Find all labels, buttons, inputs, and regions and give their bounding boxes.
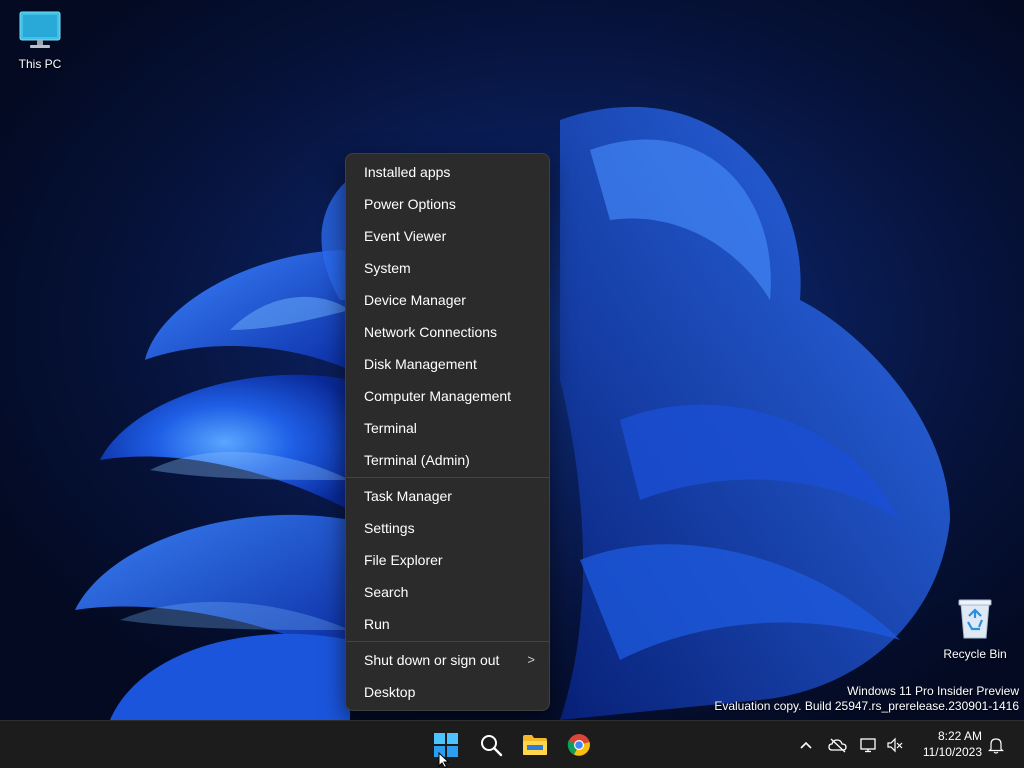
watermark-line-1: Windows 11 Pro Insider Preview [847,684,1019,698]
desktop-icon-label: This PC [18,57,62,71]
menu-item-system[interactable]: System [350,252,545,284]
monitor-icon [0,10,80,53]
taskbar: 8:22 AM 11/10/2023 [0,720,1024,768]
network-icon [860,738,876,753]
menu-item-run[interactable]: Run [350,608,545,640]
menu-item-search[interactable]: Search [350,576,545,608]
chevron-right-icon: > [527,652,535,667]
mouse-cursor-icon [438,752,450,768]
menu-item-network-connections[interactable]: Network Connections [350,316,545,348]
tray-network-button[interactable] [859,735,879,755]
menu-item-installed-apps[interactable]: Installed apps [350,156,545,188]
build-watermark: Windows 11 Pro Insider Preview Evaluatio… [714,684,1019,714]
recycle-bin-icon [935,596,1015,643]
menu-separator [346,477,549,478]
menu-item-task-manager[interactable]: Task Manager [350,480,545,512]
menu-item-power-options[interactable]: Power Options [350,188,545,220]
desktop-icon-this-pc[interactable]: This PC [0,10,80,71]
menu-item-label: Shut down or sign out [364,652,500,668]
watermark-line-2: Evaluation copy. Build 25947.rs_prerelea… [714,699,1019,713]
tray-onedrive-button[interactable] [828,735,848,755]
menu-item-computer-management[interactable]: Computer Management [350,380,545,412]
volume-muted-icon [887,737,903,753]
taskbar-file-explorer-button[interactable] [519,729,551,761]
menu-item-device-manager[interactable]: Device Manager [350,284,545,316]
menu-item-file-explorer[interactable]: File Explorer [350,544,545,576]
clock-time: 8:22 AM [937,729,982,743]
menu-item-terminal[interactable]: Terminal [350,412,545,444]
search-icon [481,735,503,757]
menu-separator [346,641,549,642]
taskbar-clock[interactable]: 8:22 AM 11/10/2023 [923,728,982,760]
taskbar-chrome-button[interactable] [563,729,595,761]
taskbar-search-button[interactable] [475,729,507,761]
menu-item-disk-management[interactable]: Disk Management [350,348,545,380]
chrome-icon [567,734,590,756]
winx-context-menu: Installed apps Power Options Event Viewe… [345,153,550,711]
menu-item-settings[interactable]: Settings [350,512,545,544]
desktop-icon-recycle-bin[interactable]: Recycle Bin [935,596,1015,661]
notification-bell-icon [988,738,1004,754]
tray-notifications-button[interactable] [986,735,1006,755]
menu-item-desktop[interactable]: Desktop [350,676,545,708]
desktop-icon-label: Recycle Bin [943,647,1007,661]
folder-icon [523,735,547,755]
menu-item-terminal-admin[interactable]: Terminal (Admin) [350,444,545,476]
menu-item-event-viewer[interactable]: Event Viewer [350,220,545,252]
clock-date: 11/10/2023 [922,745,982,759]
menu-item-shut-down-or-sign-out[interactable]: Shut down or sign out > [350,644,545,676]
onedrive-offline-icon [828,738,847,753]
chevron-up-icon [800,741,812,749]
tray-volume-button[interactable] [885,735,905,755]
tray-overflow-button[interactable] [796,735,816,755]
